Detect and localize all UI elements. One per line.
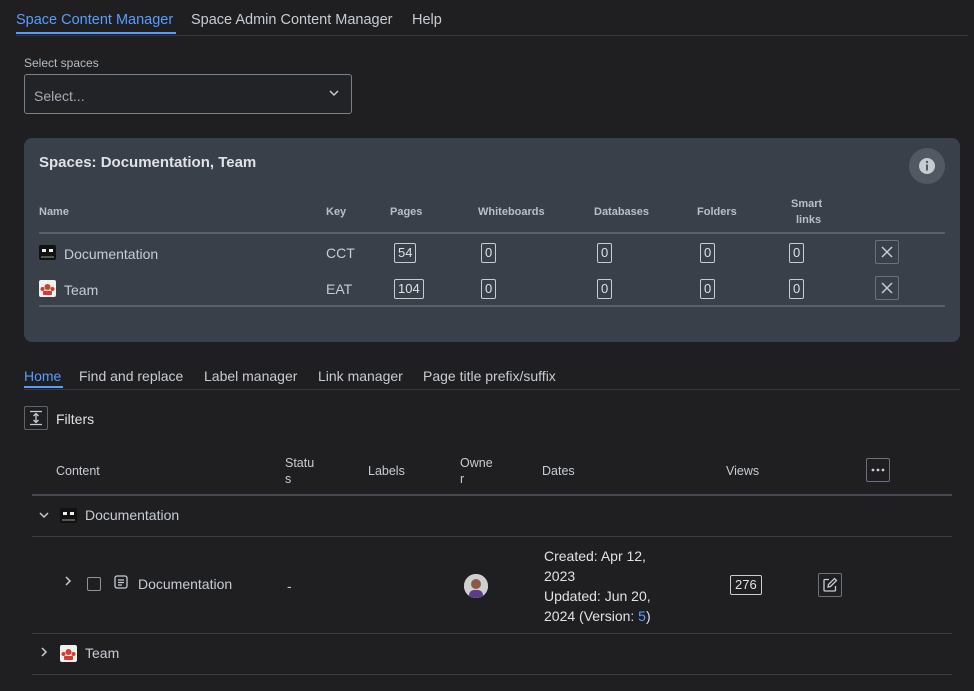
views-count: 276 <box>730 575 762 595</box>
more-icon <box>871 468 885 472</box>
info-button[interactable] <box>909 148 945 184</box>
active-subtab-indicator <box>24 386 63 388</box>
header-pages: Pages <box>390 206 423 218</box>
tab-link-manager[interactable]: Link manager <box>318 368 403 384</box>
avatar[interactable] <box>464 574 488 598</box>
row-divider <box>32 536 952 537</box>
col-owner-2: r <box>460 472 465 486</box>
header-smart-links-1: Smart <box>791 198 823 210</box>
space-link-team[interactable]: Team <box>64 282 98 298</box>
page-link-documentation[interactable]: Documentation <box>138 576 232 592</box>
row-divider <box>32 674 952 675</box>
select-placeholder: Select... <box>34 88 85 104</box>
col-status-1: Statu <box>285 456 315 470</box>
tab-find-and-replace[interactable]: Find and replace <box>79 368 183 384</box>
updated-close-paren: ) <box>645 608 651 624</box>
folders-count: 0 <box>700 279 716 299</box>
row-checkbox[interactable] <box>87 577 101 591</box>
dates-cell: Created: Apr 12, 2023 Updated: Jun 20, 2… <box>544 546 674 626</box>
owner-avatar-icon <box>464 574 488 598</box>
databases-count: 0 <box>597 279 613 299</box>
tab-space-admin-content-manager[interactable]: Space Admin Content Manager <box>191 12 393 28</box>
info-icon <box>919 158 935 174</box>
header-folders: Folders <box>697 206 737 218</box>
divider <box>39 305 945 307</box>
chevron-right-icon[interactable] <box>62 575 74 587</box>
header-whiteboards: Whiteboards <box>478 206 545 218</box>
group-link-team[interactable]: Team <box>85 645 119 661</box>
top-tabs: Space Content Manager Space Admin Conten… <box>16 0 968 36</box>
tab-label-manager[interactable]: Label manager <box>204 368 297 384</box>
panel-title: Spaces: Documentation, Team <box>39 154 257 171</box>
filters-toggle-button[interactable] <box>24 406 48 430</box>
updated-date-text: 2024 (Version: <box>544 608 639 624</box>
col-content: Content <box>56 464 100 478</box>
created-line-2: 2023 <box>544 568 576 584</box>
header-name: Name <box>39 206 69 218</box>
divider <box>39 232 945 234</box>
team-space-icon <box>60 645 77 662</box>
space-link-documentation[interactable]: Documentation <box>64 246 158 262</box>
sub-tabs: Home Find and replace Label manager Link… <box>24 360 960 390</box>
edit-button[interactable] <box>818 573 842 597</box>
close-icon <box>881 282 893 294</box>
status-value: - <box>287 578 292 594</box>
space-key: EAT <box>326 281 353 297</box>
whiteboards-count: 0 <box>481 243 497 263</box>
tab-help[interactable]: Help <box>412 12 442 28</box>
active-tab-indicator <box>16 32 176 34</box>
close-icon <box>881 246 893 258</box>
chevron-right-icon[interactable] <box>38 646 50 658</box>
databases-count: 0 <box>597 243 613 263</box>
col-owner-1: Owne <box>460 456 493 470</box>
remove-space-button[interactable] <box>875 276 899 300</box>
documentation-space-icon <box>60 508 77 523</box>
spaces-panel: Spaces: Documentation, Team Name Key Pag… <box>24 138 960 342</box>
tab-space-content-manager[interactable]: Space Content Manager <box>16 12 173 28</box>
smart-links-count: 0 <box>789 243 805 263</box>
updated-line-2: 2024 (Version: 5) <box>544 606 674 626</box>
col-views: Views <box>726 464 760 478</box>
filters-label: Filters <box>56 411 95 427</box>
col-labels: Labels <box>368 464 405 478</box>
chevron-down-icon[interactable] <box>38 509 50 521</box>
pages-count: 54 <box>394 243 417 263</box>
header-divider <box>32 494 952 496</box>
edit-icon <box>823 577 838 592</box>
whiteboards-count: 0 <box>481 279 497 299</box>
expand-vertical-icon <box>30 410 42 426</box>
updated-line-1: Updated: Jun 20, <box>544 588 651 604</box>
folders-count: 0 <box>700 243 716 263</box>
tab-page-title-prefix-suffix[interactable]: Page title prefix/suffix <box>423 368 556 384</box>
group-link-documentation[interactable]: Documentation <box>85 507 179 523</box>
page-icon <box>114 575 128 589</box>
smart-links-count: 0 <box>789 279 805 299</box>
col-status-2: s <box>285 472 292 486</box>
select-spaces-label: Select spaces <box>24 56 99 70</box>
row-divider <box>32 633 952 634</box>
header-key: Key <box>326 206 347 218</box>
version-link[interactable]: 5 <box>638 608 646 624</box>
created-line-1: Created: Apr 12, <box>544 548 646 564</box>
more-options-button[interactable] <box>866 458 890 482</box>
tab-home[interactable]: Home <box>24 368 61 384</box>
header-databases: Databases <box>594 206 650 218</box>
chevron-down-icon <box>329 90 339 97</box>
team-space-icon <box>39 280 56 297</box>
select-spaces-dropdown[interactable]: Select... <box>24 74 352 114</box>
remove-space-button[interactable] <box>875 240 899 264</box>
col-dates: Dates <box>542 464 575 478</box>
header-smart-links-2: links <box>796 214 822 226</box>
documentation-space-icon <box>39 245 56 260</box>
space-key: CCT <box>326 245 355 261</box>
pages-count: 104 <box>394 279 424 299</box>
